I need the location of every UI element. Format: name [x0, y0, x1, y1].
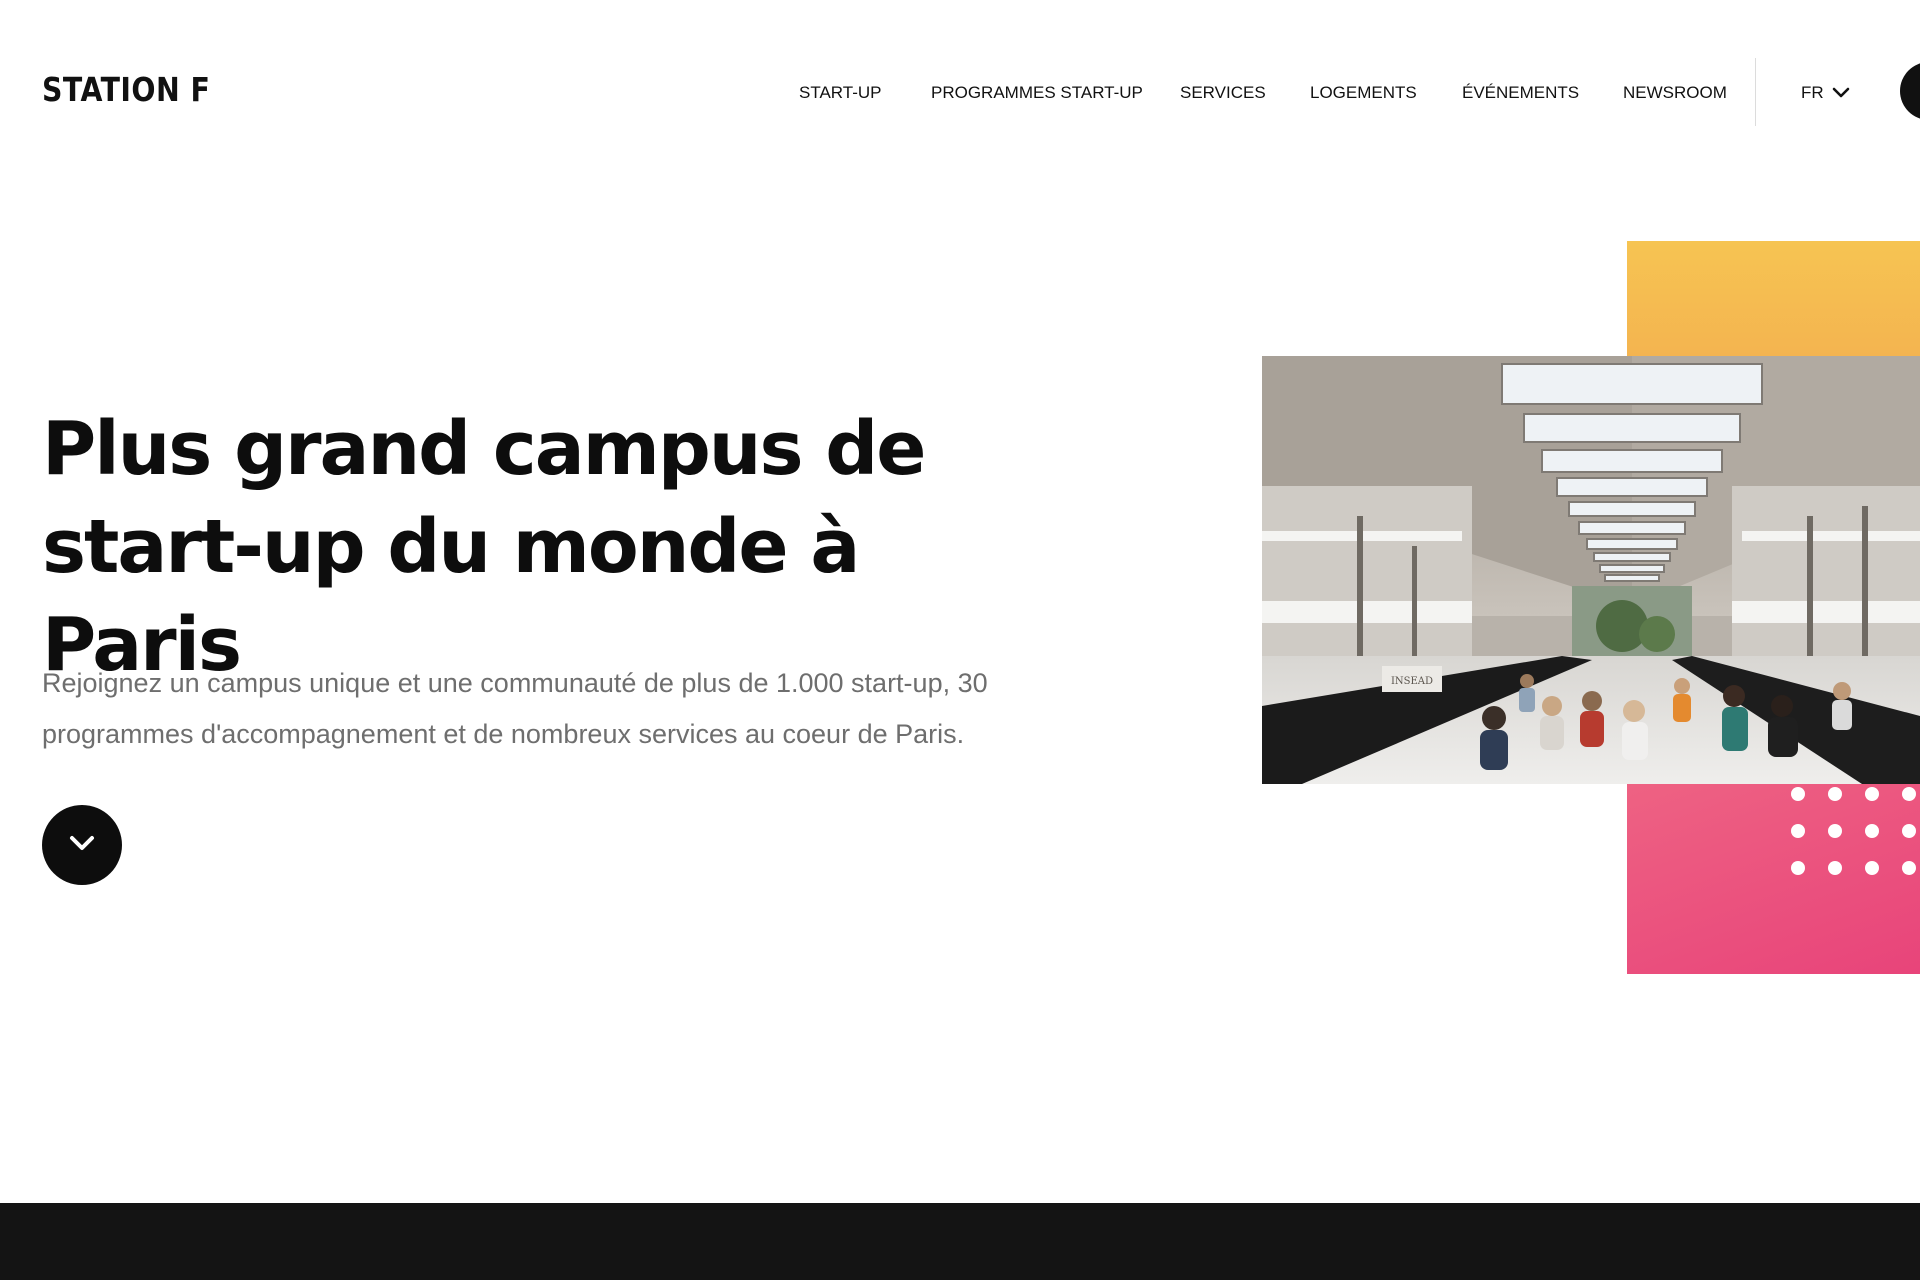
- nav-item-logements[interactable]: LOGEMENTS: [1310, 78, 1417, 108]
- account-button[interactable]: [1900, 62, 1920, 120]
- dark-section-band: [0, 1203, 1920, 1280]
- page: STATION F START-UP PROGRAMMES START-UP S…: [0, 0, 1920, 1280]
- nav-divider: [1755, 58, 1756, 126]
- language-selector[interactable]: FR: [1801, 78, 1850, 108]
- language-label: FR: [1801, 83, 1824, 102]
- nav-item-evenements[interactable]: ÉVÉNEMENTS: [1462, 78, 1579, 108]
- campus-hall-photo: INSEAD: [1262, 356, 1920, 784]
- nav-item-newsroom[interactable]: NEWSROOM: [1623, 78, 1727, 108]
- nav-item-start-up[interactable]: START-UP: [799, 78, 882, 108]
- nav-item-services[interactable]: SERVICES: [1180, 78, 1266, 108]
- nav-item-programmes-start-up[interactable]: PROGRAMMES START-UP: [931, 78, 1143, 108]
- scroll-down-button[interactable]: [42, 805, 122, 885]
- decor-yellow-block: [1627, 241, 1920, 357]
- station-f-logo[interactable]: STATION F: [42, 70, 210, 110]
- chevron-down-icon: [1832, 87, 1850, 99]
- insead-sign: INSEAD: [1391, 676, 1433, 687]
- hero-description: Rejoignez un campus unique et une commun…: [42, 668, 988, 749]
- decor-dot-grid: [1791, 787, 1920, 887]
- hero-title: Plus grand campus de start-up du monde à…: [42, 406, 926, 688]
- chevron-down-icon: [67, 833, 97, 858]
